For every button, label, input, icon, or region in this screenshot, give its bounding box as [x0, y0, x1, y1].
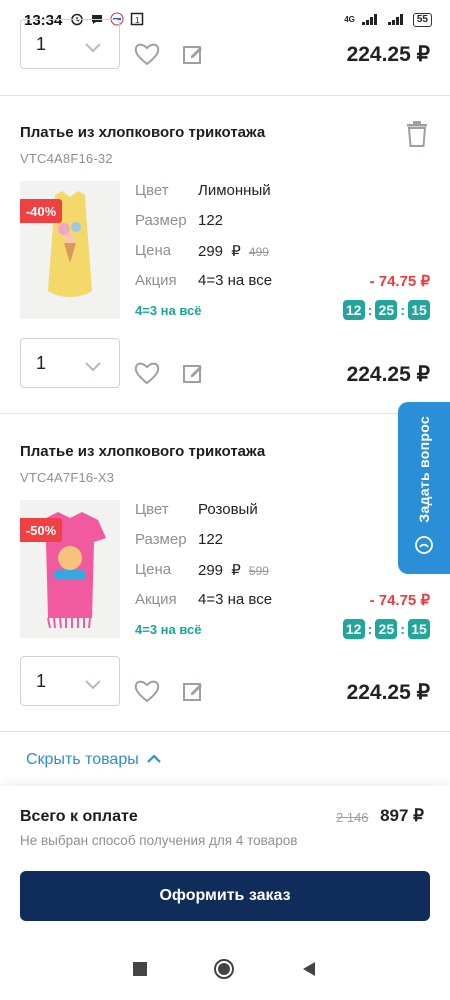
- promo-timer: 12 : 25 : 15: [342, 619, 430, 639]
- divider: [0, 95, 450, 96]
- promo-discount: - 74.75 ₽: [369, 592, 430, 609]
- price-current: 299: [198, 243, 224, 260]
- summary-title: Всего к оплате: [20, 808, 138, 825]
- order-summary: Всего к оплате 2 146 897 ₽ Не выбран спо…: [0, 786, 450, 942]
- chat-icon: [414, 535, 434, 560]
- recents-icon[interactable]: [133, 961, 147, 981]
- old-price: 499: [248, 245, 269, 259]
- discount-badge: -40%: [20, 199, 62, 223]
- promo-timer: 12 : 25 : 15: [342, 300, 430, 320]
- color-value: Лимонный: [198, 182, 271, 199]
- quantity-value: 1: [36, 33, 47, 54]
- discount-badge: -50%: [20, 518, 62, 542]
- edit-icon[interactable]: [178, 358, 208, 388]
- timer-hours: 12: [342, 619, 365, 639]
- back-icon[interactable]: [301, 961, 317, 982]
- chevron-down-icon: [85, 356, 101, 377]
- ask-question-label: Задать вопрос: [416, 416, 432, 523]
- edit-icon[interactable]: [178, 39, 208, 69]
- chevron-down-icon: [85, 37, 101, 58]
- promo-label: Акция: [135, 591, 177, 608]
- heart-icon[interactable]: [132, 676, 162, 706]
- price-label: Цена: [135, 561, 172, 578]
- summary-note: Не выбран способ получения для 4 товаров: [20, 833, 298, 848]
- network-label: 4G: [344, 15, 355, 24]
- signal-2-icon: [387, 12, 407, 28]
- product-title[interactable]: Платье из хлопкового трикотажа: [20, 443, 265, 460]
- heart-icon[interactable]: [132, 39, 162, 69]
- trash-icon[interactable]: [406, 121, 428, 152]
- summary-total: 897 ₽: [380, 806, 424, 825]
- svg-text:1: 1: [135, 16, 140, 25]
- price-current: 299: [198, 562, 224, 579]
- color-value: Розовый: [198, 501, 258, 518]
- size-label: Размер: [135, 531, 187, 548]
- size-value: 122: [198, 531, 224, 548]
- chevron-down-icon: [85, 674, 101, 695]
- quantity-value: 1: [36, 670, 47, 691]
- chevron-up-icon: [146, 751, 161, 769]
- battery-indicator: 55: [412, 13, 432, 27]
- price-label: Цена: [135, 242, 172, 259]
- system-nav-bar: [0, 942, 450, 1000]
- old-price: 599: [248, 564, 269, 578]
- divider: [0, 413, 450, 414]
- size-value: 122: [198, 212, 224, 229]
- size-label: Размер: [135, 212, 187, 229]
- promo-tag[interactable]: 4=3 на всё: [135, 303, 202, 318]
- hide-goods-label: Скрыть товары: [26, 751, 139, 768]
- item-total: 224.25 ₽: [346, 681, 430, 704]
- color-label: Цвет: [135, 501, 169, 518]
- promo-value: 4=3 на все: [198, 272, 273, 289]
- promo-value: 4=3 на все: [198, 591, 273, 608]
- edit-icon[interactable]: [178, 676, 208, 706]
- promo-label: Акция: [135, 272, 177, 289]
- product-title[interactable]: Платье из хлопкового трикотажа: [20, 124, 265, 141]
- timer-seconds: 15: [408, 619, 430, 639]
- promo-discount: - 74.75 ₽: [369, 273, 430, 290]
- divider: [0, 731, 450, 732]
- product-sku: VTC4A8F16-32: [20, 151, 113, 166]
- quantity-select[interactable]: 1: [20, 338, 120, 388]
- item-total: 224.25 ₽: [346, 43, 430, 66]
- status-icons-right: 4G 55: [344, 12, 432, 28]
- currency-symbol: ₽: [231, 562, 241, 579]
- item-total: 224.25 ₽: [346, 363, 430, 386]
- promo-tag[interactable]: 4=3 на всё: [135, 622, 202, 637]
- price-value: 299 ₽ 599: [198, 561, 269, 579]
- price-value: 299 ₽ 499: [198, 242, 269, 260]
- timer-seconds: 15: [408, 300, 430, 320]
- timer-minutes: 25: [375, 300, 398, 320]
- product-sku: VTC4A7F16-X3: [20, 470, 115, 485]
- home-icon[interactable]: [213, 958, 235, 985]
- color-label: Цвет: [135, 182, 169, 199]
- heart-icon[interactable]: [132, 358, 162, 388]
- quantity-select[interactable]: 1: [20, 656, 120, 706]
- currency-symbol: ₽: [231, 243, 241, 260]
- checkout-button[interactable]: Оформить заказ: [20, 871, 430, 921]
- timer-minutes: 25: [375, 619, 398, 639]
- quantity-select[interactable]: 1: [20, 19, 120, 69]
- calendar-icon: 1: [130, 12, 144, 28]
- signal-icon: [361, 12, 381, 28]
- hide-goods-link[interactable]: Скрыть товары: [26, 751, 161, 769]
- quantity-value: 1: [36, 352, 47, 373]
- timer-hours: 12: [342, 300, 365, 320]
- summary-old-total: 2 146: [336, 810, 369, 825]
- ask-question-button[interactable]: Задать вопрос: [398, 402, 450, 574]
